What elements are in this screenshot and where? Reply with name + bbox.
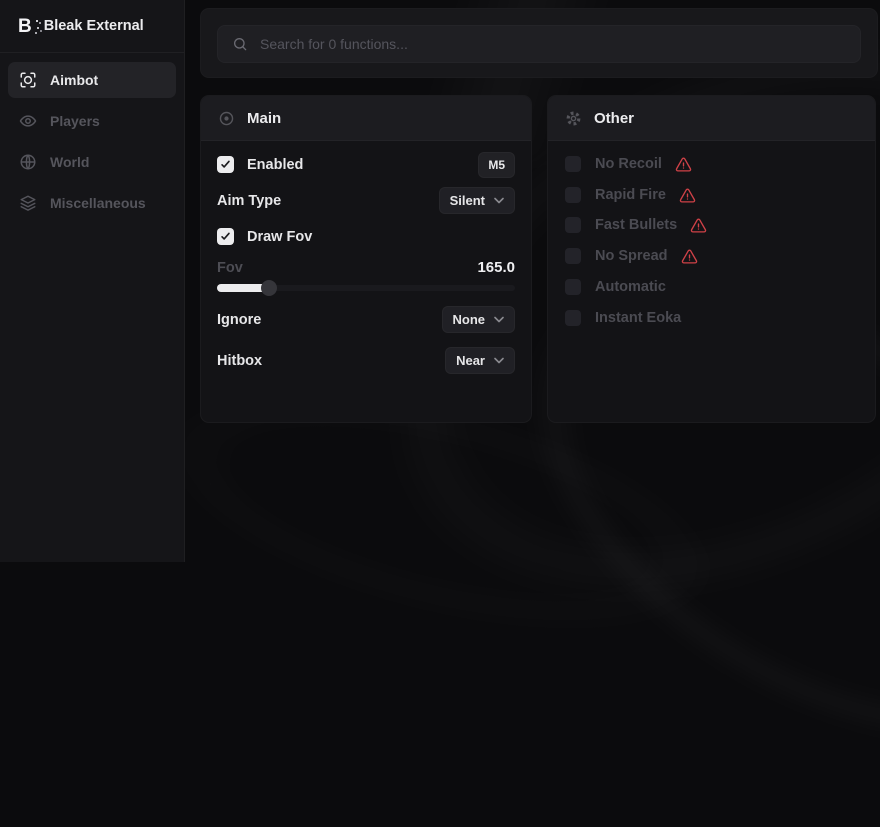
other-row-fast-bullets: Fast Bullets bbox=[565, 213, 859, 237]
chevron-down-icon bbox=[494, 357, 504, 364]
fast-bullets-checkbox[interactable] bbox=[565, 217, 581, 233]
rapid-fire-checkbox[interactable] bbox=[565, 187, 581, 203]
warning-icon bbox=[679, 187, 696, 204]
ignore-value: None bbox=[453, 313, 486, 326]
panel-main-header: Main bbox=[201, 96, 531, 141]
ignore-dropdown[interactable]: None bbox=[442, 306, 516, 333]
search-input[interactable] bbox=[260, 36, 846, 52]
no-spread-label: No Spread bbox=[595, 248, 668, 264]
keybind-badge[interactable]: M5 bbox=[478, 152, 515, 178]
aim-type-label: Aim Type bbox=[217, 193, 281, 209]
fov-value: 165.0 bbox=[477, 259, 515, 276]
hitbox-dropdown[interactable]: Near bbox=[445, 347, 515, 374]
fov-label: Fov bbox=[217, 260, 243, 276]
search-container bbox=[200, 8, 878, 78]
sidebar-item-label: World bbox=[50, 154, 89, 170]
ignore-row: Ignore None bbox=[217, 306, 515, 333]
panel-other-header: Other bbox=[548, 96, 875, 141]
ignore-label: Ignore bbox=[217, 312, 261, 328]
fov-slider[interactable] bbox=[217, 280, 515, 296]
no-spread-checkbox[interactable] bbox=[565, 248, 581, 264]
sidebar-item-miscellaneous[interactable]: Miscellaneous bbox=[8, 185, 176, 221]
no-recoil-label: No Recoil bbox=[595, 156, 662, 172]
enabled-row: Enabled M5 bbox=[217, 151, 515, 178]
brand-icon: B bbox=[18, 17, 32, 36]
app-logo: B Bleak External bbox=[0, 0, 184, 53]
draw-fov-checkbox[interactable] bbox=[217, 228, 234, 245]
check-icon bbox=[220, 231, 231, 242]
automatic-checkbox[interactable] bbox=[565, 279, 581, 295]
warning-icon bbox=[675, 156, 692, 173]
hitbox-row: Hitbox Near bbox=[217, 347, 515, 374]
crosshair-focus-icon bbox=[19, 71, 37, 89]
panel-title: Main bbox=[247, 110, 281, 127]
sidebar-item-label: Miscellaneous bbox=[50, 195, 146, 211]
panel-main: Main Enabled M5 Aim Type Silent Draw Fov… bbox=[200, 95, 532, 423]
rapid-fire-label: Rapid Fire bbox=[595, 187, 666, 203]
warning-icon bbox=[690, 217, 707, 234]
sidebar-item-aimbot[interactable]: Aimbot bbox=[8, 62, 176, 98]
app-title: Bleak External bbox=[44, 18, 144, 34]
instant-eoka-checkbox[interactable] bbox=[565, 310, 581, 326]
automatic-label: Automatic bbox=[595, 279, 666, 295]
sidebar-nav: Aimbot Players World Miscellaneous bbox=[0, 53, 184, 221]
aim-type-row: Aim Type Silent bbox=[217, 187, 515, 214]
chevron-down-icon bbox=[494, 316, 504, 323]
no-recoil-checkbox[interactable] bbox=[565, 156, 581, 172]
fast-bullets-label: Fast Bullets bbox=[595, 217, 677, 233]
search-box[interactable] bbox=[217, 25, 861, 63]
other-row-no-recoil: No Recoil bbox=[565, 152, 859, 176]
hitbox-value: Near bbox=[456, 354, 485, 367]
draw-fov-label: Draw Fov bbox=[247, 229, 312, 245]
check-icon bbox=[220, 159, 231, 170]
sidebar-item-label: Players bbox=[50, 113, 100, 129]
warning-icon bbox=[681, 248, 698, 265]
aim-type-dropdown[interactable]: Silent bbox=[439, 187, 515, 214]
chevron-down-icon bbox=[494, 197, 504, 204]
aim-type-value: Silent bbox=[450, 194, 485, 207]
instant-eoka-label: Instant Eoka bbox=[595, 310, 681, 326]
search-icon bbox=[232, 36, 248, 52]
fov-row: Fov 165.0 bbox=[217, 254, 515, 281]
sidebar-item-label: Aimbot bbox=[50, 72, 98, 88]
sidebar: B Bleak External Aimbot Players World M bbox=[0, 0, 185, 562]
panel-other: Other No Recoil Rapid Fire Fast Bullets … bbox=[547, 95, 876, 423]
target-icon bbox=[218, 110, 235, 127]
other-row-automatic: Automatic bbox=[565, 275, 859, 299]
other-row-instant-eoka: Instant Eoka bbox=[565, 306, 859, 330]
fov-slider-thumb[interactable] bbox=[261, 280, 277, 296]
enabled-label: Enabled bbox=[247, 157, 303, 173]
layers-icon bbox=[19, 194, 37, 212]
sidebar-item-players[interactable]: Players bbox=[8, 103, 176, 139]
other-row-no-spread: No Spread bbox=[565, 244, 859, 268]
gear-icon bbox=[565, 110, 582, 127]
sidebar-item-world[interactable]: World bbox=[8, 144, 176, 180]
enabled-checkbox[interactable] bbox=[217, 156, 234, 173]
hitbox-label: Hitbox bbox=[217, 353, 262, 369]
globe-icon bbox=[19, 153, 37, 171]
other-row-rapid-fire: Rapid Fire bbox=[565, 183, 859, 207]
draw-fov-row: Draw Fov bbox=[217, 223, 515, 250]
eye-icon bbox=[19, 112, 37, 130]
panel-title: Other bbox=[594, 110, 634, 127]
